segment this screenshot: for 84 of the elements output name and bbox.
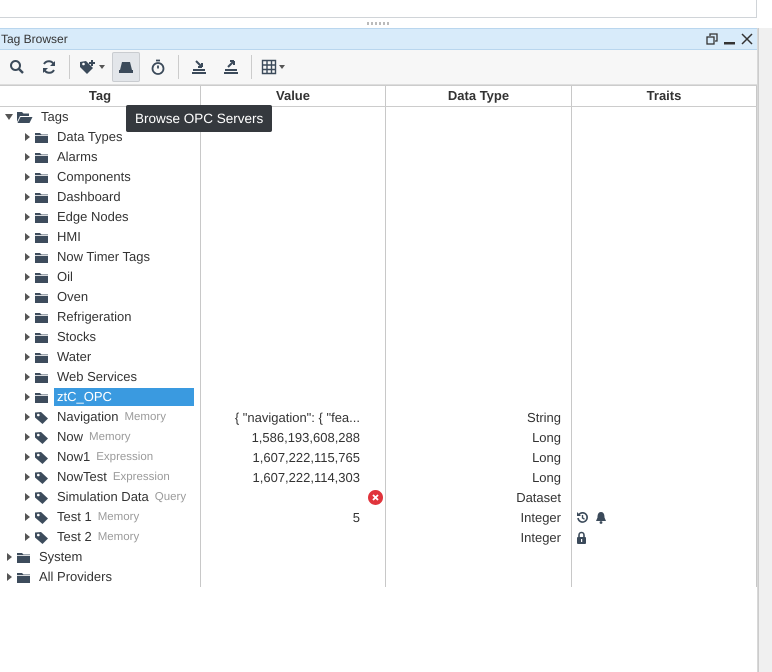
folder-icon	[34, 210, 49, 224]
tree-item[interactable]: Dashboard	[54, 188, 124, 206]
folder-icon	[34, 230, 49, 244]
tree-item[interactable]: Oil	[54, 268, 76, 286]
tree-item[interactable]: Now Timer Tags	[54, 248, 153, 266]
tree-item[interactable]: Navigation	[54, 408, 122, 426]
folder-icon	[34, 390, 49, 404]
tag-type-label: Memory	[124, 411, 166, 423]
folder-icon	[34, 130, 49, 144]
folder-icon	[34, 310, 49, 324]
tag-type-label: Expression	[96, 451, 154, 463]
data-type-cell: String	[527, 410, 561, 424]
value-cell: { "navigation": { "fea...	[234, 410, 360, 424]
tree-item[interactable]: Stocks	[54, 328, 100, 346]
tree-item[interactable]: All Providers	[36, 568, 115, 586]
tag-type-label: Memory	[98, 511, 140, 523]
tree-item[interactable]: Tags	[38, 108, 72, 126]
value-cell: 5	[352, 510, 360, 524]
folder-icon	[34, 290, 49, 304]
tree-item[interactable]: Components	[54, 168, 134, 186]
folder-icon	[34, 350, 49, 364]
folder-icon	[34, 150, 49, 164]
export-icon	[223, 59, 239, 75]
data-type-cell: Long	[532, 470, 561, 484]
value-cell: 1,607,222,114,303	[252, 470, 360, 484]
tag-type-label: Memory	[89, 431, 131, 443]
tree-item[interactable]: Test 2	[54, 528, 95, 546]
folder-icon	[34, 170, 49, 184]
import-icon	[191, 59, 207, 75]
tree-item[interactable]: Alarms	[54, 148, 100, 166]
tree-item[interactable]: NowTest	[54, 468, 110, 486]
tree-item[interactable]: Edge Nodes	[54, 208, 132, 226]
folder-icon	[16, 570, 31, 584]
tooltip: Browse OPC Servers	[126, 105, 272, 132]
tag-icon	[34, 450, 49, 464]
column-header[interactable]: Data Type	[386, 86, 572, 106]
close-icon[interactable]	[741, 33, 753, 45]
column-header[interactable]: Traits	[572, 86, 757, 106]
tree-item[interactable]: Now	[54, 428, 86, 446]
folder-icon	[34, 330, 49, 344]
tag-icon	[34, 470, 49, 484]
data-type-cell: Long	[532, 430, 561, 444]
folder-icon	[34, 370, 49, 384]
tree-item[interactable]: Water	[54, 348, 94, 366]
tag-plus-icon	[79, 59, 97, 75]
data-type-cell: Dataset	[516, 490, 561, 504]
tree-item[interactable]: Simulation Data	[54, 488, 152, 506]
server-icon	[118, 59, 134, 75]
splitter-handle[interactable]	[366, 22, 390, 24]
tag-icon	[34, 490, 49, 504]
folder-icon	[16, 550, 31, 564]
caret-down-icon	[279, 65, 285, 69]
tree-item[interactable]: Web Services	[54, 368, 140, 386]
tree-item[interactable]: Now1	[54, 448, 94, 466]
tag-type-label: Query	[154, 491, 186, 503]
tag-icon	[34, 410, 49, 424]
tag-type-label: Expression	[112, 471, 170, 483]
data-type-cell: Long	[532, 450, 561, 464]
open-folder-icon	[16, 110, 33, 124]
data-type-cell: Integer	[520, 510, 561, 524]
folder-icon	[34, 250, 49, 264]
tree-item[interactable]: Oven	[54, 288, 92, 306]
tag-icon	[34, 530, 49, 544]
value-cell: 1,607,222,115,765	[252, 450, 360, 464]
tree-item[interactable]: System	[36, 548, 86, 566]
data-type-cell: Integer	[520, 530, 561, 544]
value-cell: 1,586,193,608,288	[252, 430, 360, 444]
search-icon	[9, 59, 25, 75]
tree-item[interactable]: HMI	[54, 228, 84, 246]
tree-item[interactable]: Test 1	[54, 508, 95, 526]
panel-title: Tag Browser	[1, 32, 68, 46]
tree-item[interactable]: Refrigeration	[54, 308, 134, 326]
tag-icon	[34, 510, 49, 524]
server-button[interactable]	[112, 52, 140, 82]
caret-down-icon	[99, 65, 105, 69]
tree-item[interactable]: Data Types	[54, 128, 126, 146]
refresh-icon	[41, 59, 57, 75]
restore-icon[interactable]	[706, 33, 718, 45]
stopwatch-icon	[150, 59, 166, 75]
folder-icon	[34, 190, 49, 204]
tag-icon	[34, 430, 49, 444]
grid-icon	[261, 59, 277, 75]
folder-icon	[34, 270, 49, 284]
tag-type-label: Memory	[98, 531, 140, 543]
